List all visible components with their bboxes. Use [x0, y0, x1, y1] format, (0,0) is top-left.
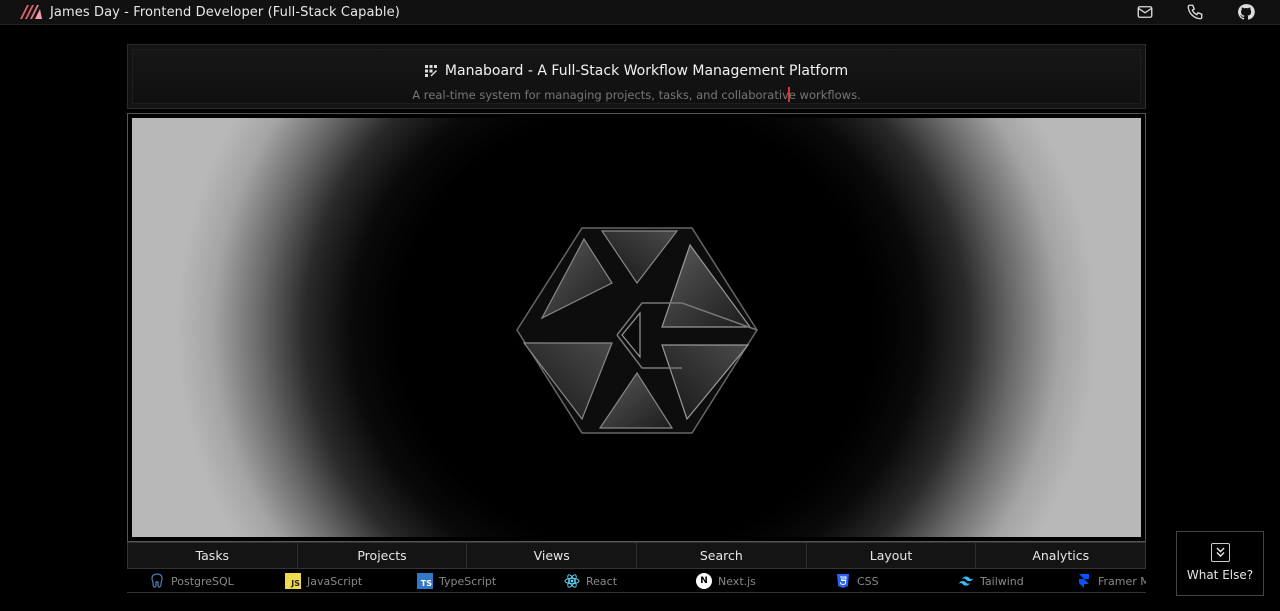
site-title[interactable]: James Day - Frontend Developer (Full-Sta…	[50, 5, 400, 20]
tech-label: Framer M	[1098, 574, 1146, 588]
postgresql-icon	[151, 573, 163, 588]
tech-item-framer: Framer M	[1076, 573, 1146, 589]
tab-search[interactable]: Search	[637, 543, 807, 568]
tech-label: Tailwind	[980, 574, 1024, 588]
tech-label: JavaScript	[307, 574, 363, 588]
nextjs-icon: N	[696, 573, 712, 589]
double-chevron-down-icon	[1211, 543, 1230, 562]
tech-item-react: React	[564, 573, 617, 589]
typescript-icon: TS	[417, 573, 433, 589]
phone-icon[interactable]	[1186, 3, 1204, 21]
grid-icon	[424, 65, 437, 77]
tech-label: Next.js	[718, 574, 756, 588]
react-icon	[564, 574, 580, 588]
tech-label: PostgreSQL	[171, 574, 234, 588]
cube-logo-icon	[516, 227, 758, 434]
tech-item-typescript: TS TypeScript	[417, 573, 496, 589]
tailwind-icon	[958, 576, 974, 586]
mail-icon[interactable]	[1136, 3, 1154, 21]
tab-analytics[interactable]: Analytics	[976, 543, 1146, 568]
tech-item-nextjs: N Next.js	[696, 573, 756, 589]
preview-frame	[127, 113, 1146, 542]
tech-label: React	[586, 574, 618, 588]
tech-item-javascript: JS JavaScript	[285, 573, 362, 589]
what-else-label: What Else?	[1186, 568, 1254, 582]
tech-label: CSS	[857, 574, 879, 588]
javascript-icon: JS	[285, 573, 301, 589]
preview-viewport[interactable]	[132, 118, 1141, 537]
tech-label: TypeScript	[439, 574, 497, 588]
tech-item-postgresql: PostgreSQL	[149, 573, 234, 589]
tech-stack-strip: PostgreSQL JS JavaScript TS TypeScript R…	[127, 570, 1146, 593]
tab-views[interactable]: Views	[467, 543, 638, 568]
tech-item-css: CSS	[835, 573, 879, 589]
tab-projects[interactable]: Projects	[297, 543, 468, 568]
tab-layout[interactable]: Layout	[806, 543, 977, 568]
framer-icon	[1079, 574, 1089, 588]
project-title: Manaboard - A Full-Stack Workflow Manage…	[444, 63, 849, 79]
project-subtitle: A real-time system for managing projects…	[133, 87, 1140, 102]
tab-tasks[interactable]: Tasks	[128, 543, 298, 568]
feature-tabs: Tasks Projects Views Search Layout Analy…	[127, 542, 1146, 569]
logo-icon[interactable]	[20, 5, 44, 19]
github-icon[interactable]	[1237, 3, 1255, 21]
project-header: Manaboard - A Full-Stack Workflow Manage…	[127, 44, 1146, 109]
what-else-button[interactable]: What Else?	[1176, 531, 1264, 596]
subtitle-text-start: A real-time system for managing projects…	[412, 88, 789, 102]
top-bar: James Day - Frontend Developer (Full-Sta…	[0, 0, 1280, 25]
subtitle-text-end: e workflows.	[788, 88, 861, 102]
css-icon	[837, 574, 849, 588]
tech-item-tailwind: Tailwind	[958, 573, 1024, 589]
